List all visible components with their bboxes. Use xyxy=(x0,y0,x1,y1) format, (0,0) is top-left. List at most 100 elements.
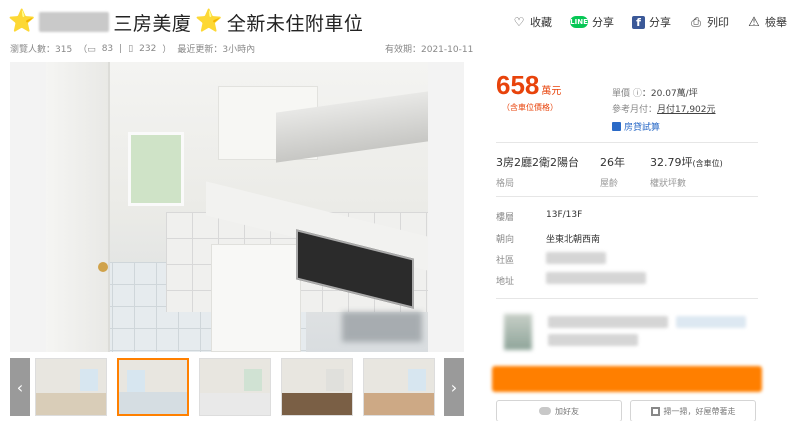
listing-title: ⭐ 三房美廈 ⭐ 全新未住附車位 xyxy=(8,8,363,36)
separator: | xyxy=(119,43,123,54)
valid-date: 有效期：2021-10-11 xyxy=(385,45,474,55)
thumb-window xyxy=(80,369,98,391)
printer-icon: ⎙ xyxy=(691,14,701,29)
chevron-left-icon: ‹ xyxy=(16,377,24,397)
share-fb-label: 分享 xyxy=(649,16,671,29)
price-value: 658 xyxy=(496,70,540,100)
photo-door-knob xyxy=(98,262,108,272)
collect-label: 收藏 xyxy=(530,16,552,29)
thumbnail[interactable] xyxy=(363,358,435,416)
price-unit: 萬元 xyxy=(541,86,562,97)
thumbnail-strip: ‹ › xyxy=(10,358,464,416)
thumbnail[interactable] xyxy=(35,358,107,416)
print-label: 列印 xyxy=(707,16,729,29)
help-icon: ⓘ xyxy=(632,89,642,99)
views-count: 瀏覽人數：315 xyxy=(10,45,73,55)
share-line-label: 分享 xyxy=(592,16,614,29)
unit-price-label: 單價 xyxy=(612,89,631,99)
thumb-window xyxy=(326,369,344,391)
unit-price-value: ：20.07萬/坪 xyxy=(641,89,698,99)
loan-calculator-link[interactable]: 房貸試算 xyxy=(612,120,660,133)
share-line-button[interactable]: LINE 分享 xyxy=(570,14,614,30)
collect-button[interactable]: ♡ 收藏 xyxy=(512,14,552,30)
print-button[interactable]: ⎙ 列印 xyxy=(689,14,729,30)
thumb-next-button[interactable]: › xyxy=(444,358,464,416)
thumb-prev-button[interactable]: ‹ xyxy=(10,358,30,416)
scan-qr-button[interactable]: 掃一掃，好屋帶著走 xyxy=(630,400,756,421)
thumbnail-active[interactable] xyxy=(117,358,189,416)
layout-label: 格局 xyxy=(496,179,515,189)
comments-count: 83 xyxy=(101,43,114,54)
price-note: （含車位價格） xyxy=(502,103,558,112)
thumb-window xyxy=(408,369,426,391)
thumb-floor xyxy=(119,392,187,414)
line-icon xyxy=(539,407,551,415)
blurred-title-text xyxy=(39,12,110,32)
size-label: 權狀坪數 xyxy=(650,179,687,189)
layout-value: 3房2廳2衛2陽台 xyxy=(496,156,579,169)
thumb-floor xyxy=(364,392,434,415)
mobile-icon: ▯ xyxy=(128,43,134,54)
contact-buttons: 加好友 掃一掃，好屋帶著走 xyxy=(496,400,756,421)
qr-code-icon xyxy=(650,406,660,416)
thumb-window xyxy=(244,369,262,391)
thumb-floor xyxy=(36,392,106,415)
size-value: 32.79坪(含車位) xyxy=(650,154,723,170)
heart-icon: ♡ xyxy=(513,15,525,29)
main-photo[interactable] xyxy=(10,62,464,352)
star-icon: ⭐ xyxy=(195,9,223,34)
blurred-agent-name xyxy=(548,316,668,328)
blurred-agent-info xyxy=(548,334,638,346)
add-friend-button[interactable]: 加好友 xyxy=(496,400,622,421)
thumb-window xyxy=(127,370,145,392)
avatar xyxy=(504,314,532,350)
orientation-value: 坐東北朝西南 xyxy=(546,235,601,245)
report-button[interactable]: ⚠ 檢舉 xyxy=(747,14,787,30)
monthly-label: 參考月付： xyxy=(612,105,658,115)
chevron-right-icon: › xyxy=(450,377,458,397)
share-facebook-button[interactable]: f 分享 xyxy=(632,14,671,30)
thumb-floor xyxy=(282,392,352,415)
line-icon: LINE xyxy=(570,16,588,28)
star-icon: ⭐ xyxy=(8,9,36,34)
photo-lower-cabinet xyxy=(211,244,301,352)
floor-value: 13F/13F xyxy=(546,210,583,220)
warning-icon: ⚠ xyxy=(748,14,760,30)
monthly-payment: 參考月付：月付17,902元 xyxy=(612,102,716,115)
updated-time: 最近更新：3小時內 xyxy=(177,45,256,55)
divider xyxy=(496,142,758,143)
divider xyxy=(496,298,758,299)
community-label: 社區 xyxy=(496,256,515,266)
blurred-address xyxy=(546,272,646,284)
blurred-agent-badge xyxy=(676,316,746,328)
address-label: 地址 xyxy=(496,277,515,287)
age-value: 26年 xyxy=(600,156,625,169)
price-block: 658 萬元 xyxy=(496,70,561,101)
facebook-icon: f xyxy=(632,15,645,29)
size-note: (含車位) xyxy=(692,159,723,168)
age-label: 屋齡 xyxy=(600,179,619,189)
title-text-mid: 三房美廈 xyxy=(113,12,192,35)
thumbnail[interactable] xyxy=(281,358,353,416)
kitchen-photo xyxy=(46,62,428,352)
contact-call-button[interactable] xyxy=(492,366,762,392)
monthly-link[interactable]: 月付17,902元 xyxy=(657,105,716,115)
title-text-end: 全新未住附車位 xyxy=(226,12,364,35)
scan-label: 掃一掃，好屋帶著走 xyxy=(663,406,736,416)
comment-icon: （▭ xyxy=(78,45,96,55)
report-label: 檢舉 xyxy=(765,16,787,29)
separator: ） xyxy=(162,45,172,55)
listing-meta: 瀏覽人數：315 （▭ 83 | ▯ 232 ） 最近更新：3小時內 xyxy=(10,42,256,56)
agent-card xyxy=(496,306,758,358)
add-friend-label: 加好友 xyxy=(555,406,579,416)
size-number: 32.79坪 xyxy=(650,156,693,169)
divider xyxy=(496,196,758,197)
thumbnail[interactable] xyxy=(199,358,271,416)
orientation-label: 朝向 xyxy=(496,235,515,245)
loan-calc-label: 房貸試算 xyxy=(624,123,661,133)
photo-door xyxy=(46,62,110,352)
calculator-icon xyxy=(612,122,621,131)
blurred-community xyxy=(546,252,606,264)
action-bar: ♡ 收藏 LINE 分享 f 分享 ⎙ 列印 ⚠ 檢舉 xyxy=(512,14,787,30)
unit-price: 單價 ⓘ：20.07萬/坪 xyxy=(612,86,698,99)
